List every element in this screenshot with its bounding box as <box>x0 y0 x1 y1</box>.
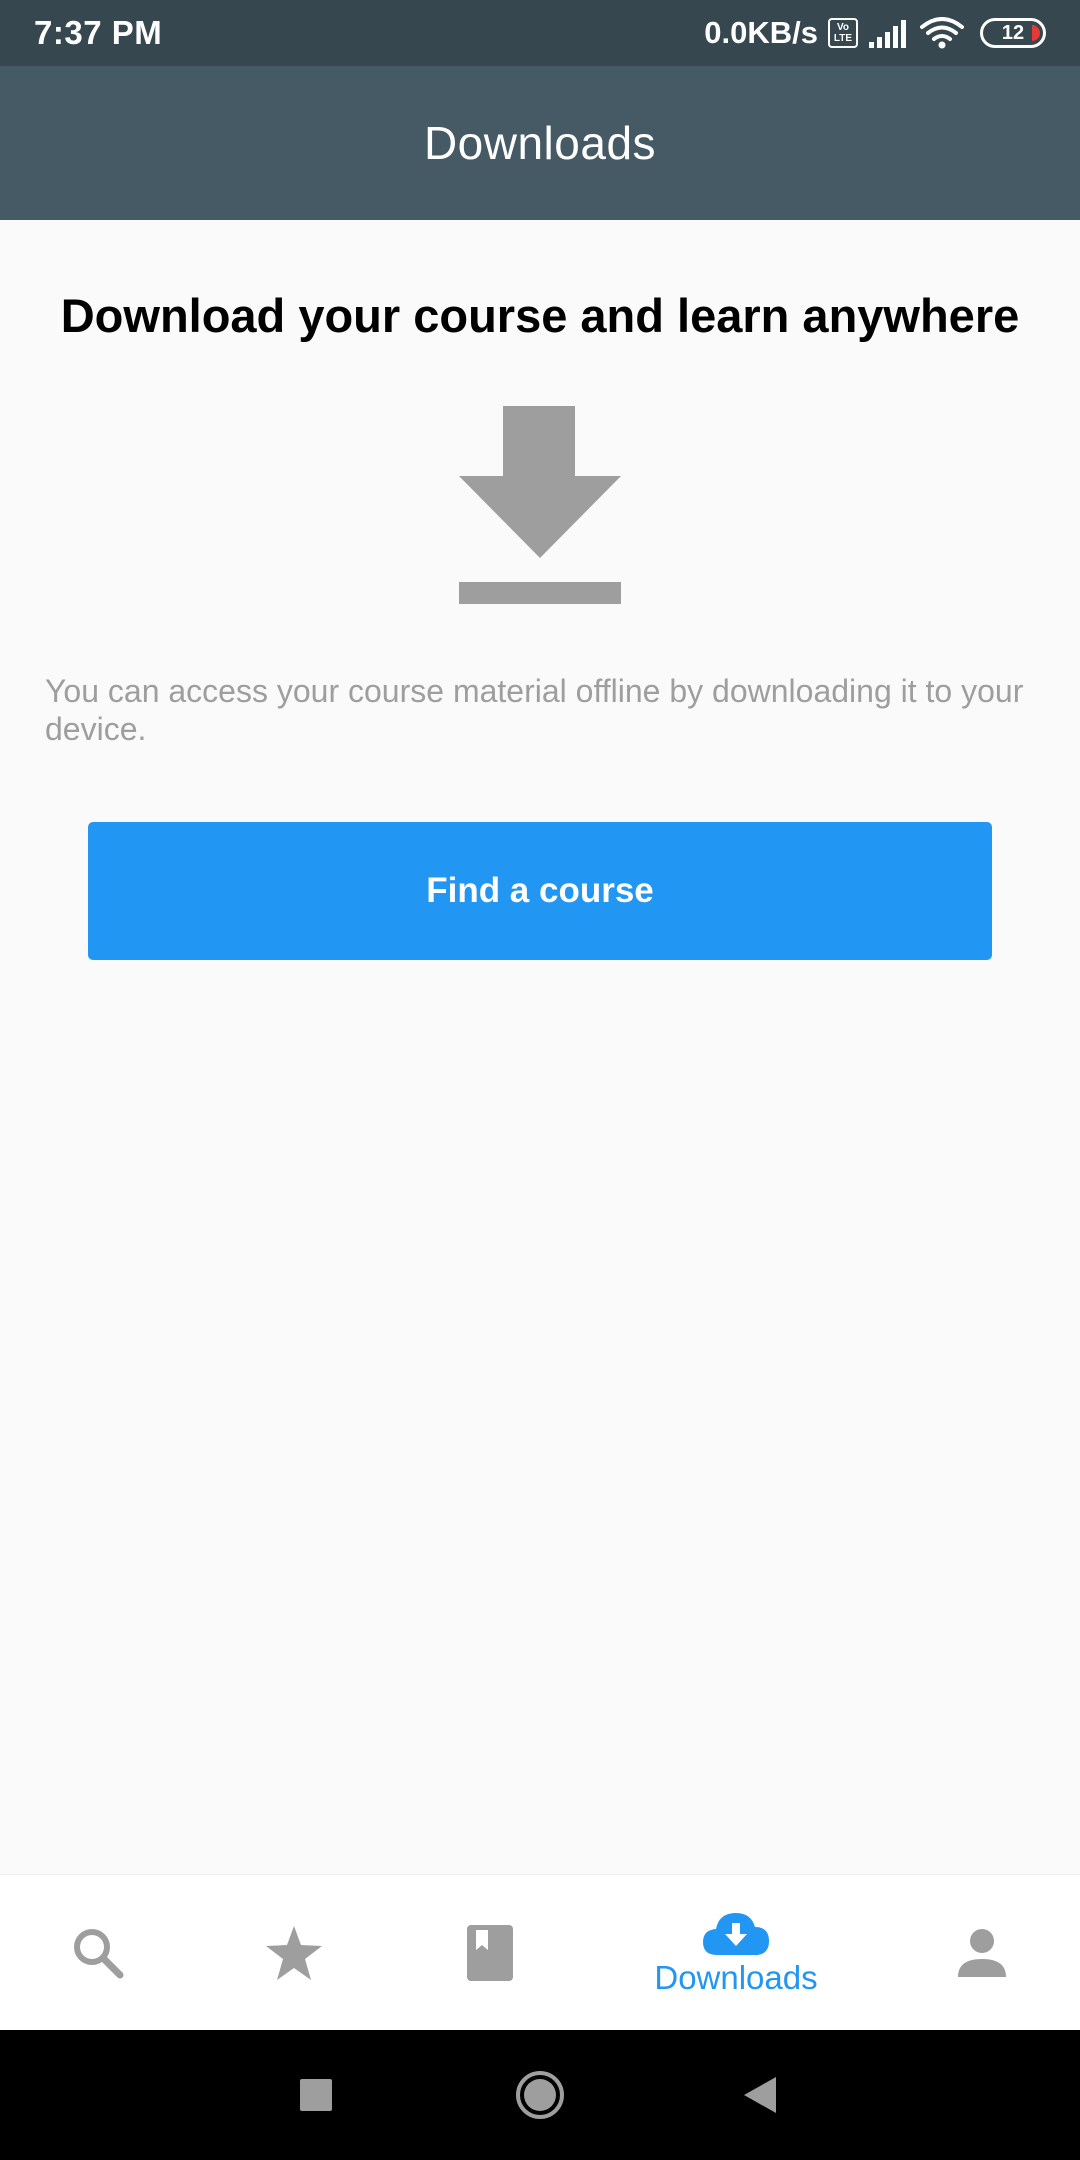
nav-item-search[interactable] <box>48 1875 148 2031</box>
signal-icon <box>869 20 906 48</box>
empty-state-description: You can access your course material offl… <box>45 673 1024 747</box>
find-course-button[interactable]: Find a course <box>88 822 992 960</box>
nav-item-downloads[interactable]: Downloads <box>640 1875 832 2031</box>
nav-label-downloads: Downloads <box>654 1959 818 1996</box>
empty-state-heading: Download your course and learn anywhere <box>60 289 1020 342</box>
recents-icon <box>300 2079 332 2111</box>
app-bar: Downloads <box>0 66 1080 220</box>
volte-icon: Vo LTE <box>828 18 858 48</box>
back-button[interactable] <box>720 2030 800 2160</box>
battery-icon: 12 <box>980 18 1046 48</box>
book-icon <box>467 1925 513 1981</box>
nav-item-library[interactable] <box>440 1875 540 2031</box>
bottom-navigation: Downloads <box>0 1874 1080 2030</box>
status-icons: 0.0KB/s Vo LTE 12 <box>704 15 1046 51</box>
network-speed: 0.0KB/s <box>704 15 818 50</box>
volte-bottom-text: LTE <box>833 33 853 44</box>
page-title: Downloads <box>423 117 657 169</box>
home-button[interactable] <box>500 2030 580 2160</box>
status-time: 7:37 PM <box>34 14 163 51</box>
system-navigation-bar <box>0 2030 1080 2160</box>
back-icon <box>744 2077 776 2113</box>
status-bar: 7:37 PM 0.0KB/s Vo LTE 12 <box>0 0 1080 66</box>
battery-level: 12 <box>1001 21 1025 44</box>
person-icon <box>958 1929 1006 1977</box>
battery-low-indicator <box>1032 25 1040 41</box>
nav-item-favorites[interactable] <box>244 1875 344 2031</box>
cloud-download-icon <box>703 1913 769 1955</box>
screen: 7:37 PM 0.0KB/s Vo LTE 12 Downloads Down… <box>0 0 1080 2160</box>
home-icon <box>516 2071 564 2119</box>
recents-button[interactable] <box>276 2030 356 2160</box>
nav-item-profile[interactable] <box>932 1875 1032 2031</box>
wifi-icon <box>920 17 964 49</box>
star-icon <box>266 1926 322 1980</box>
search-icon <box>74 1929 124 1979</box>
volte-top-text: Vo <box>836 22 850 33</box>
download-icon <box>459 406 621 604</box>
